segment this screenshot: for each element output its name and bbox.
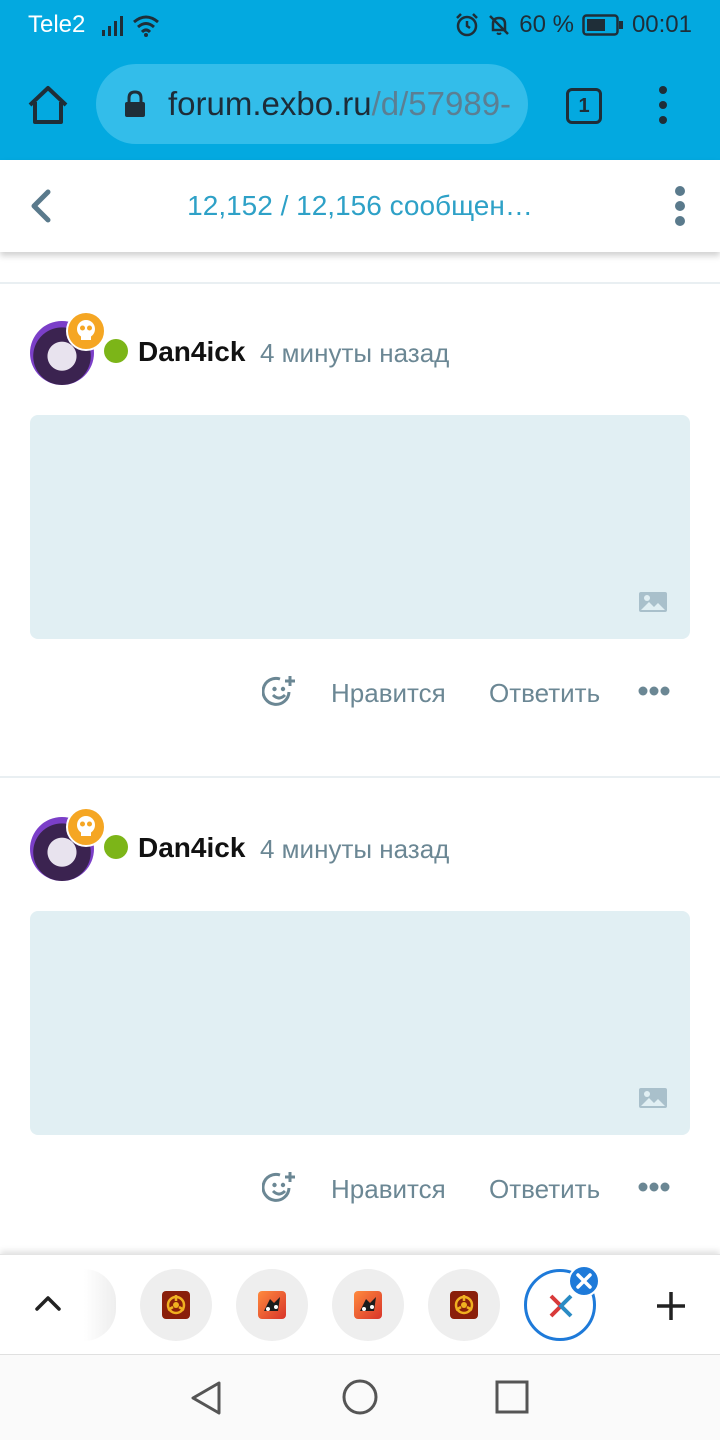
status-right: 60 % 00:01 bbox=[455, 11, 692, 39]
browser-menu-icon[interactable] bbox=[657, 86, 669, 131]
carrier-name: Tele2 bbox=[28, 11, 86, 38]
username[interactable]: Dan4ick bbox=[138, 832, 245, 864]
address-bar[interactable]: forum.exbo.ru/d/57989- bbox=[96, 64, 528, 144]
add-reaction-icon[interactable] bbox=[262, 1170, 298, 1206]
more-options-icon[interactable] bbox=[638, 686, 670, 696]
clock: 00:01 bbox=[631, 11, 692, 38]
wifi-icon bbox=[133, 15, 159, 37]
url-host: forum.exbo.ru bbox=[168, 85, 372, 122]
post: Dan4ick 4 минуты назад Нравится Ответить bbox=[0, 284, 720, 776]
discussion-menu-icon[interactable] bbox=[674, 186, 686, 233]
recents-nav-icon[interactable] bbox=[494, 1379, 530, 1415]
add-reaction-icon[interactable] bbox=[262, 674, 298, 710]
game-favicon-icon bbox=[354, 1291, 382, 1319]
lock-icon bbox=[125, 90, 145, 117]
tab-switcher-button[interactable]: 1 bbox=[566, 88, 602, 124]
home-icon[interactable] bbox=[26, 83, 70, 127]
battery-percent: 60 % bbox=[519, 11, 574, 38]
like-button[interactable]: Нравится bbox=[331, 1174, 446, 1205]
biohazard-favicon-icon bbox=[162, 1291, 190, 1319]
discussion-header: 12,152 / 12,156 сообщен… bbox=[0, 160, 720, 252]
like-button[interactable]: Нравится bbox=[331, 678, 446, 709]
new-tab-icon[interactable] bbox=[654, 1289, 688, 1323]
divider bbox=[0, 776, 720, 778]
reply-button[interactable]: Ответить bbox=[489, 1174, 600, 1205]
url-path: /d/57989- bbox=[371, 85, 512, 122]
url-text: forum.exbo.ru/d/57989- bbox=[168, 85, 511, 123]
tab-biohazard[interactable] bbox=[140, 1269, 212, 1341]
chevron-up-icon[interactable] bbox=[34, 1293, 62, 1313]
post: Dan4ick 4 минуты назад Нравится Ответить bbox=[0, 780, 720, 1254]
image-icon bbox=[639, 592, 667, 612]
back-nav-icon[interactable] bbox=[188, 1379, 224, 1417]
online-indicator bbox=[104, 835, 128, 859]
browser-toolbar: forum.exbo.ru/d/57989- 1 bbox=[0, 52, 720, 160]
image-placeholder[interactable] bbox=[30, 911, 690, 1135]
alarm-icon bbox=[456, 13, 479, 37]
close-tab-icon[interactable] bbox=[568, 1265, 600, 1297]
tab-game[interactable] bbox=[236, 1269, 308, 1341]
skull-badge-icon bbox=[66, 807, 106, 847]
biohazard-favicon-icon bbox=[450, 1291, 478, 1319]
tab-game[interactable] bbox=[332, 1269, 404, 1341]
post-counter-title[interactable]: 12,152 / 12,156 сообщен… bbox=[0, 190, 720, 222]
image-placeholder[interactable] bbox=[30, 415, 690, 639]
image-icon bbox=[639, 1088, 667, 1108]
tab-strip bbox=[0, 1254, 720, 1354]
status-bar: Tele2 60 % 00:01 bbox=[0, 0, 720, 52]
online-indicator bbox=[104, 339, 128, 363]
home-nav-icon[interactable] bbox=[340, 1377, 380, 1417]
tab-edge-faded[interactable] bbox=[84, 1269, 116, 1341]
notifications-off-icon bbox=[489, 15, 510, 35]
tab-biohazard[interactable] bbox=[428, 1269, 500, 1341]
skull-badge-icon bbox=[66, 311, 106, 351]
system-nav-bar bbox=[0, 1354, 720, 1440]
reply-button[interactable]: Ответить bbox=[489, 678, 600, 709]
post-time[interactable]: 4 минуты назад bbox=[260, 338, 449, 369]
battery-icon bbox=[582, 14, 623, 36]
signal-icon bbox=[102, 16, 123, 36]
username[interactable]: Dan4ick bbox=[138, 336, 245, 368]
exbo-favicon-icon bbox=[549, 1294, 573, 1318]
more-options-icon[interactable] bbox=[638, 1182, 670, 1192]
post-time[interactable]: 4 минуты назад bbox=[260, 834, 449, 865]
game-favicon-icon bbox=[258, 1291, 286, 1319]
